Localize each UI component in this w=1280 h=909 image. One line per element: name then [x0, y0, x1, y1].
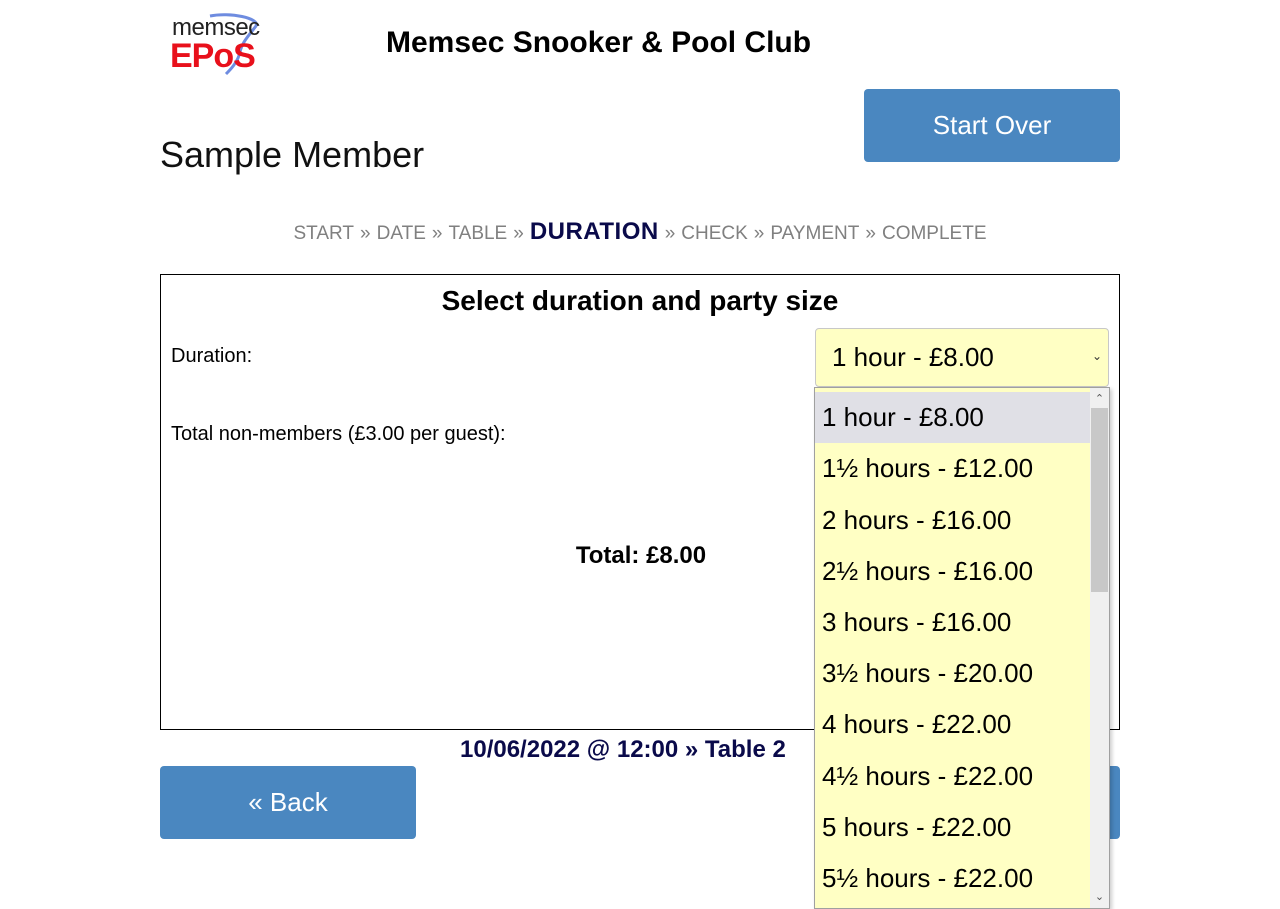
step-separator: »: [513, 223, 524, 244]
step-complete: COMPLETE: [881, 223, 987, 244]
club-title: Memsec Snooker & Pool Club: [386, 26, 812, 59]
back-button[interactable]: « Back: [160, 766, 416, 839]
step-separator: »: [360, 223, 371, 244]
duration-label: Duration:: [171, 345, 253, 367]
panel-title: Select duration and party size: [441, 285, 839, 316]
booking-summary: 10/06/2022 @ 12:00 » Table 2: [460, 736, 786, 763]
duration-option[interactable]: 2½ hours - £16.00: [815, 546, 1090, 597]
scrollbar-thumb[interactable]: [1091, 408, 1108, 592]
chevron-down-icon: ⌄: [1091, 349, 1102, 363]
memsec-epos-logo: memsec EPoS: [170, 12, 285, 76]
duration-option[interactable]: 3½ hours - £20.00: [815, 648, 1090, 699]
duration-option[interactable]: 5½ hours - £22.00: [815, 853, 1090, 904]
scroll-down-arrow-icon[interactable]: ⌄: [1090, 888, 1109, 906]
duration-select[interactable]: 1 hour - £8.00 ⌄: [815, 328, 1109, 387]
start-over-button[interactable]: Start Over: [864, 89, 1120, 162]
dropdown-scrollbar[interactable]: ⌃ ⌄: [1090, 388, 1109, 908]
progress-steps: START» DATE» TABLE» DURATION» CHECK» PAYMENT»…: [0, 218, 1280, 246]
guests-label: Total non-members (£3.00 per guest):: [171, 423, 506, 445]
scroll-up-arrow-icon[interactable]: ⌃: [1090, 390, 1109, 408]
duration-option[interactable]: 3 hours - £16.00: [815, 597, 1090, 648]
duration-option[interactable]: 2 hours - £16.00: [815, 495, 1090, 546]
step-payment: PAYMENT: [770, 223, 860, 244]
step-separator: »: [664, 223, 676, 244]
step-duration-current: DURATION: [529, 218, 659, 245]
step-start: START: [293, 223, 355, 244]
member-name: Sample Member: [160, 134, 425, 175]
step-date: DATE: [376, 223, 426, 244]
duration-options-list[interactable]: 1 hour - £8.00 1½ hours - £12.00 2 hours…: [814, 387, 1110, 909]
logo-text-bottom: EPoS: [170, 37, 256, 75]
step-separator: »: [431, 223, 443, 244]
duration-option[interactable]: 1½ hours - £12.00: [815, 443, 1090, 494]
step-table: TABLE: [448, 223, 508, 244]
duration-option[interactable]: 4 hours - £22.00: [815, 699, 1090, 750]
duration-select-value: 1 hour - £8.00: [832, 342, 994, 372]
step-separator: »: [865, 223, 876, 244]
step-check: CHECK: [681, 223, 748, 244]
duration-option[interactable]: 1 hour - £8.00: [815, 392, 1090, 443]
duration-option[interactable]: 5 hours - £22.00: [815, 802, 1090, 853]
step-separator: »: [753, 223, 765, 244]
duration-option[interactable]: 4½ hours - £22.00: [815, 751, 1090, 802]
